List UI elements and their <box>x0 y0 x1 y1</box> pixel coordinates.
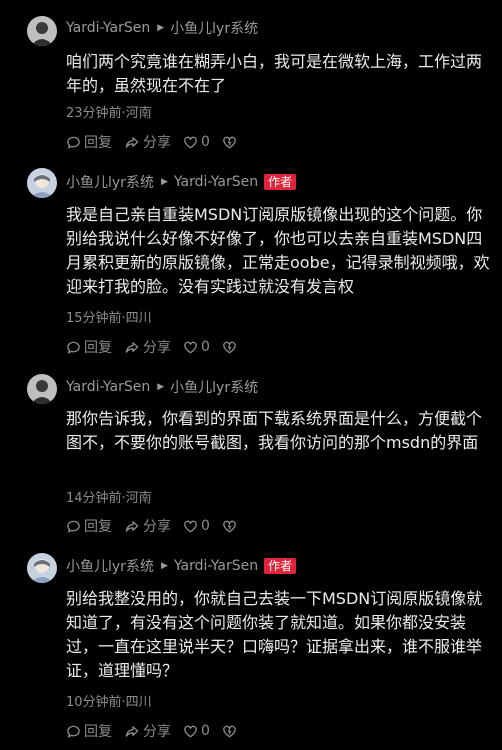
reply-target-name[interactable]: Yardi-YarSen <box>174 174 258 190</box>
comment-meta: 10分钟前·四川 <box>66 695 152 710</box>
reply-arrow-icon: ▶ <box>157 23 165 33</box>
comment-actions: 回复 分享 0 <box>66 516 240 536</box>
reply-target-name[interactable]: Yardi-YarSen <box>174 558 258 574</box>
avatar[interactable] <box>27 553 57 583</box>
share-button[interactable]: 分享 <box>124 516 171 536</box>
share-label: 分享 <box>143 519 171 535</box>
share-button[interactable]: 分享 <box>124 337 171 357</box>
author-name[interactable]: 小鱼儿lyr系统 <box>66 556 154 576</box>
reply-arrow-icon: ▶ <box>157 382 165 392</box>
broken-heart-icon <box>223 341 236 353</box>
comment-text: 那你告诉我，你看到的界面下载系统界面是什么，方便截个图不，不要你的账号截图，我看… <box>66 409 483 452</box>
reply-icon <box>67 341 80 354</box>
comment-header: Yardi-YarSen ▶ 小鱼儿lyr系统 <box>66 17 258 39</box>
comment-actions: 回复 分享 0 <box>66 721 240 741</box>
comment-text: 别给我整没用的，你就自己去装一下MSDN订阅原版镜像就知道了，有没有这个问题你装… <box>66 589 483 680</box>
reply-arrow-icon: ▶ <box>160 177 168 187</box>
share-icon <box>125 136 139 148</box>
avatar[interactable] <box>27 16 57 46</box>
share-icon <box>125 725 139 737</box>
reply-arrow-icon: ▶ <box>160 561 168 571</box>
like-count: 0 <box>201 723 210 739</box>
reply-button[interactable]: 回复 <box>66 721 112 741</box>
author-name[interactable]: Yardi-YarSen <box>66 379 150 395</box>
comment-header: 小鱼儿lyr系统 ▶ Yardi-YarSen 作者 <box>66 171 297 193</box>
comment-meta: 15分钟前·四川 <box>66 311 152 326</box>
comment-actions: 回复 分享 0 <box>66 132 240 152</box>
reply-icon <box>67 520 80 533</box>
dislike-button[interactable] <box>222 519 240 534</box>
like-button[interactable]: 0 <box>183 723 210 739</box>
share-button[interactable]: 分享 <box>124 132 171 152</box>
broken-heart-icon <box>223 136 236 148</box>
like-button[interactable]: 0 <box>183 134 210 150</box>
broken-heart-icon <box>223 520 236 532</box>
share-icon <box>125 520 139 532</box>
comment-text: 我是自己亲自重装MSDN订阅原版镜像出现的这个问题。你别给我说什么好像不好像了，… <box>66 205 490 296</box>
broken-heart-icon <box>223 725 236 737</box>
reply-label: 回复 <box>84 724 112 740</box>
reply-button[interactable]: 回复 <box>66 516 112 536</box>
avatar[interactable] <box>27 168 57 198</box>
dislike-button[interactable] <box>222 135 240 150</box>
reply-label: 回复 <box>84 340 112 356</box>
reply-button[interactable]: 回复 <box>66 132 112 152</box>
share-button[interactable]: 分享 <box>124 721 171 741</box>
share-label: 分享 <box>143 724 171 740</box>
reply-label: 回复 <box>84 135 112 151</box>
heart-icon <box>184 520 197 532</box>
comment-meta: 23分钟前·河南 <box>66 106 152 121</box>
heart-icon <box>184 725 197 737</box>
reply-target-name[interactable]: 小鱼儿lyr系统 <box>170 377 258 397</box>
dislike-button[interactable] <box>222 724 240 739</box>
heart-icon <box>184 341 197 353</box>
dislike-button[interactable] <box>222 340 240 355</box>
comment-meta: 14分钟前·河南 <box>66 491 152 506</box>
comment-actions: 回复 分享 0 <box>66 337 240 357</box>
author-name[interactable]: 小鱼儿lyr系统 <box>66 172 154 192</box>
share-icon <box>125 341 139 353</box>
avatar[interactable] <box>27 374 57 404</box>
author-name[interactable]: Yardi-YarSen <box>66 20 150 36</box>
like-button[interactable]: 0 <box>183 518 210 534</box>
heart-icon <box>184 136 197 148</box>
reply-icon <box>67 136 80 149</box>
author-badge: 作者 <box>264 174 297 190</box>
like-count: 0 <box>201 134 210 150</box>
like-button[interactable]: 0 <box>183 339 210 355</box>
share-label: 分享 <box>143 340 171 356</box>
reply-target-name[interactable]: 小鱼儿lyr系统 <box>170 18 258 38</box>
comment-header: Yardi-YarSen ▶ 小鱼儿lyr系统 <box>66 376 258 398</box>
reply-button[interactable]: 回复 <box>66 337 112 357</box>
comment-header: 小鱼儿lyr系统 ▶ Yardi-YarSen 作者 <box>66 555 297 577</box>
like-count: 0 <box>201 339 210 355</box>
like-count: 0 <box>201 518 210 534</box>
reply-label: 回复 <box>84 519 112 535</box>
share-label: 分享 <box>143 135 171 151</box>
reply-icon <box>67 725 80 738</box>
comment-text: 咱们两个究竟谁在糊弄小白，我可是在微软上海，工作过两年的，虽然现在不在了 <box>66 52 483 95</box>
author-badge: 作者 <box>264 558 297 574</box>
